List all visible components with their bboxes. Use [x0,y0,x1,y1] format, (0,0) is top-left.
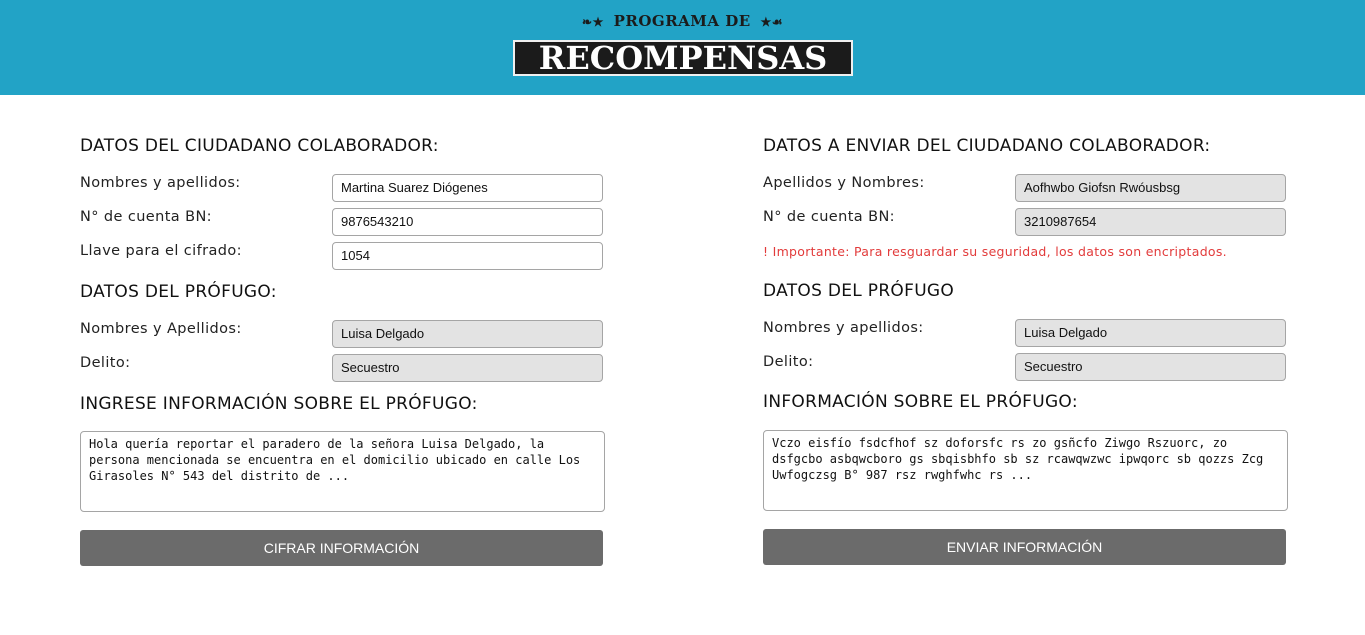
right-fugitive-title: DATOS DEL PRÓFUGO [763,281,955,301]
security-warning: ! Importante: Para resguardar su segurid… [763,244,1227,259]
left-name-label: Nombres y apellidos: [80,175,241,191]
logo-subtitle: ❧★ PROGRAMA DE ★☙ [0,12,1365,30]
right-crime-label: Delito: [763,354,814,370]
account-number-input[interactable]: 9876543210 [332,208,603,236]
left-info-title: INGRESE INFORMACIÓN SOBRE EL PRÓFUGO: [80,394,478,414]
right-info-title: INFORMACIÓN SOBRE EL PRÓFUGO: [763,392,1078,412]
logo-main: RECOMPENSAS [513,40,853,76]
cipher-key-input[interactable]: 1054 [332,242,603,270]
encrypted-name-field: Aofhwbo Giofsn Rwóusbsg [1015,174,1286,202]
collaborator-name-input[interactable]: Martina Suarez Diógenes [332,174,603,202]
encrypted-info-textarea[interactable]: Vczo eisfío fsdcfhof sz doforsfc rs zo g… [763,430,1288,511]
right-fugitive-name-field: Luisa Delgado [1015,319,1286,347]
fugitive-info-textarea[interactable]: Hola quería reportar el paradero de la s… [80,431,605,512]
left-fugitive-name-label: Nombres y Apellidos: [80,321,242,337]
right-collaborator-title: DATOS A ENVIAR DEL CIUDADANO COLABORADOR… [763,136,1211,156]
logo-top-text: PROGRAMA DE [613,12,751,30]
right-crime-field: Secuestro [1015,353,1286,381]
right-name-label: Apellidos y Nombres: [763,175,925,191]
left-account-label: N° de cuenta BN: [80,209,212,225]
right-account-label: N° de cuenta BN: [763,209,895,225]
encrypted-account-field: 3210987654 [1015,208,1286,236]
header-banner: ❧★ PROGRAMA DE ★☙ RECOMPENSAS [0,0,1365,95]
left-collaborator-title: DATOS DEL CIUDADANO COLABORADOR: [80,136,439,156]
ornament-left-icon: ❧★ [582,15,604,29]
left-crime-label: Delito: [80,355,131,371]
ornament-right-icon: ★☙ [760,15,783,29]
left-fugitive-title: DATOS DEL PRÓFUGO: [80,282,277,302]
fugitive-name-field: Luisa Delgado [332,320,603,348]
cipher-info-button[interactable]: CIFRAR INFORMACIÓN [80,530,603,566]
send-info-button[interactable]: ENVIAR INFORMACIÓN [763,529,1286,565]
right-fugitive-name-label: Nombres y apellidos: [763,320,924,336]
crime-field: Secuestro [332,354,603,382]
cipher-key-label: Llave para el cifrado: [80,243,242,259]
